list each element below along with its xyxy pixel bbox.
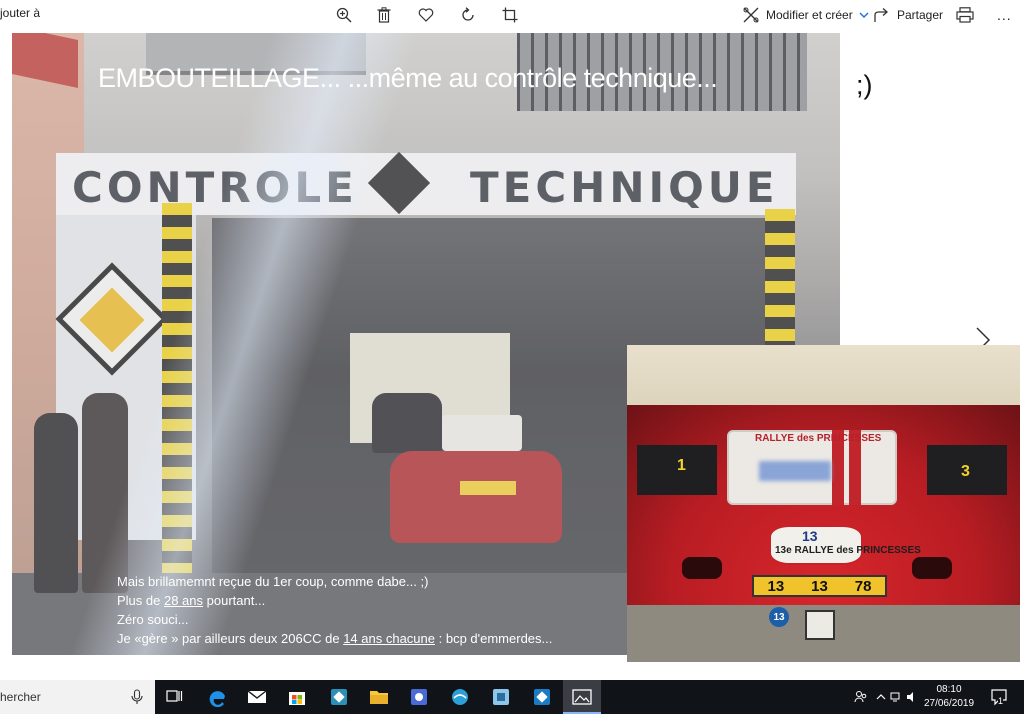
app-icon[interactable] xyxy=(327,685,351,709)
print-icon[interactable] xyxy=(954,4,976,26)
delete-icon[interactable] xyxy=(373,4,395,26)
app-icon[interactable] xyxy=(489,685,513,709)
photo-caption: Mais brillamemnt reçue du 1er coup, comm… xyxy=(117,572,552,648)
notification-count: 1 xyxy=(998,696,1004,706)
inset-door-number-right: 3 xyxy=(961,463,970,480)
caption-text: Je «gère » par ailleurs deux 206CC de xyxy=(117,631,344,646)
caption-link-28-ans[interactable]: 28 ans xyxy=(164,593,203,608)
folder-icon[interactable] xyxy=(367,685,391,709)
chevron-up-icon[interactable] xyxy=(876,680,886,714)
search-box[interactable]: hercher xyxy=(0,680,155,714)
share-label: Partager xyxy=(897,8,944,22)
favorite-icon[interactable] xyxy=(415,4,437,26)
inset-case-label: RALLYE des PRINCESSES xyxy=(755,433,882,444)
rotate-icon[interactable] xyxy=(457,4,479,26)
inset-tail-light-right xyxy=(912,557,952,579)
inset-plaque-text: 13e RALLYE des PRINCESSES xyxy=(775,545,921,556)
wink-text: ;) xyxy=(856,70,873,100)
edge-icon[interactable] xyxy=(205,685,229,709)
edit-create-label: Modifier et créer xyxy=(766,8,853,22)
zoom-icon[interactable] xyxy=(333,4,355,26)
plate-part: 13 xyxy=(767,577,785,595)
inset-blue-badge: 13 xyxy=(769,607,789,627)
app-icon[interactable] xyxy=(448,685,472,709)
inset-plaque-number: 13 xyxy=(802,528,818,544)
inset-tail-light-left xyxy=(682,557,722,579)
clock-time: 08:10 xyxy=(936,684,962,695)
add-to-label[interactable]: jouter à xyxy=(0,6,40,20)
share-icon xyxy=(874,8,888,22)
search-text: hercher xyxy=(0,690,41,704)
caption-text: pourtant... xyxy=(203,593,266,608)
photo-title: EMBOUTEILLAGE... ...même au contrôle tec… xyxy=(98,63,718,93)
inset-photo: 1 3 RALLYE des PRINCESSES 13 13e RALLYE … xyxy=(627,345,1020,662)
crop-icon[interactable] xyxy=(499,4,521,26)
notification-icon[interactable]: 1 xyxy=(990,688,1008,706)
microphone-icon[interactable] xyxy=(130,689,144,705)
plate-part: 13 xyxy=(811,577,828,595)
caption-line-3: Zéro souci... xyxy=(117,612,189,627)
plate-part: 78 xyxy=(854,577,872,595)
system-clock[interactable]: 08:10 27/06/2019 xyxy=(920,683,978,711)
clock-date: 27/06/2019 xyxy=(923,698,975,709)
caption-link-14-ans[interactable]: 14 ans chacune xyxy=(343,631,435,646)
app-icon[interactable] xyxy=(530,685,554,709)
volume-icon[interactable] xyxy=(906,680,918,714)
caption-text: Plus de xyxy=(117,593,164,608)
caption-line-2: Plus de 28 ans pourtant... xyxy=(117,591,552,610)
app-icon[interactable] xyxy=(407,685,431,709)
caption-text: : bcp d'emmerdes... xyxy=(435,631,553,646)
people-icon[interactable] xyxy=(854,680,868,714)
store-icon[interactable] xyxy=(285,685,309,709)
task-view-icon[interactable] xyxy=(162,685,186,709)
network-icon[interactable] xyxy=(890,680,902,714)
mail-icon[interactable] xyxy=(245,685,269,709)
inset-license-plate: 13 13 78 xyxy=(752,575,887,597)
more-options-button[interactable]: ... xyxy=(997,4,1012,26)
inset-blurred-label xyxy=(759,461,831,481)
edit-create-icon xyxy=(743,7,759,23)
caption-line-1: Mais brillamemnt reçue du 1er coup, comm… xyxy=(117,574,429,589)
chevron-down-icon xyxy=(859,12,869,18)
windows-taskbar: hercher 08:10 27/06/2019 1 xyxy=(0,680,1024,714)
edit-create-button[interactable]: Modifier et créer xyxy=(742,4,875,26)
share-button[interactable]: Partager xyxy=(873,4,943,26)
inset-door-number-left: 1 xyxy=(677,457,686,474)
photos-icon[interactable] xyxy=(570,685,594,709)
viewer-toolbar: jouter à Modifier et créer Partager ... xyxy=(0,0,1024,30)
caption-line-4: Je «gère » par ailleurs deux 206CC de 14… xyxy=(117,629,552,648)
inset-sticker xyxy=(805,610,835,640)
